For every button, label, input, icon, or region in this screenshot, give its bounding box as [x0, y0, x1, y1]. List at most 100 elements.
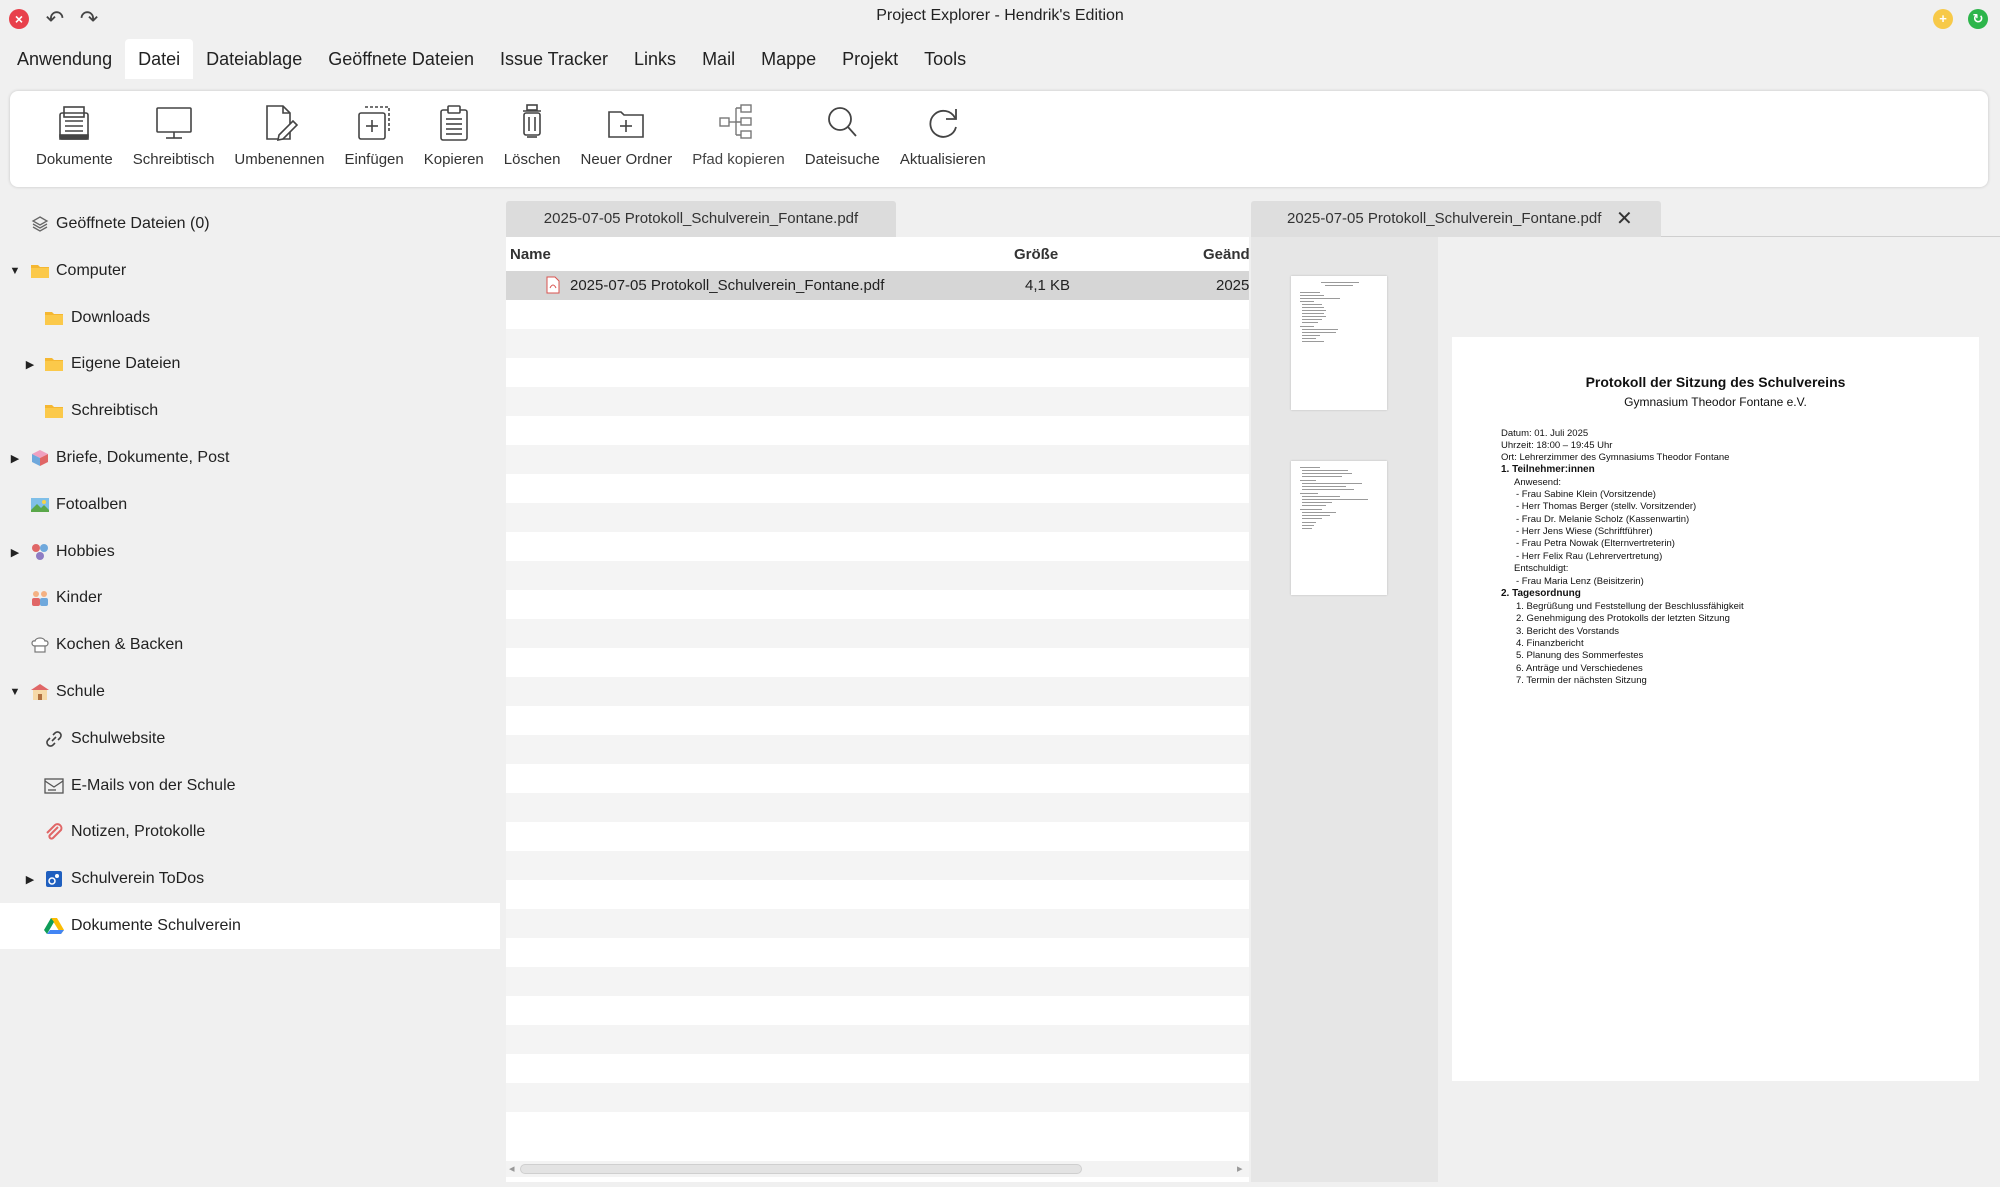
participant-line: - Frau Dr. Melanie Scholz (Kassenwartin): [1516, 514, 1690, 525]
participant-line: - Frau Petra Nowak (Elternvertreterin): [1516, 538, 1675, 549]
school-icon: [30, 682, 50, 702]
participant-line: - Herr Jens Wiese (Schriftführer): [1516, 526, 1653, 537]
new-folder-label: Neuer Ordner: [580, 151, 673, 168]
status-yellow-icon[interactable]: +: [1933, 9, 1953, 29]
excused-label: Entschuldigt:: [1514, 563, 1569, 574]
agenda-item: 7. Termin der nächsten Sitzung: [1516, 675, 1647, 686]
expand-toggle-icon[interactable]: ▶: [23, 358, 37, 371]
document-date: Datum: 01. Juli 2025: [1501, 428, 1589, 439]
page-thumbnail-1[interactable]: [1291, 276, 1387, 410]
sidebar-item-label: Eigene Dateien: [71, 355, 181, 372]
title-bar: × ↶ ↷ Project Explorer - Hendrik's Editi…: [0, 0, 2000, 36]
section-agenda-title: 2. Tagesordnung: [1501, 588, 1581, 599]
copy-icon: [439, 105, 468, 141]
sidebar-item-downloads[interactable]: Downloads: [0, 295, 500, 341]
folder-icon: [30, 261, 50, 281]
desktop-button[interactable]: Schreibtisch: [123, 101, 225, 177]
agenda-item: 5. Planung des Sommerfestes: [1516, 650, 1644, 661]
new-folder-button[interactable]: Neuer Ordner: [570, 101, 682, 177]
refresh-button[interactable]: Aktualisieren: [890, 101, 996, 177]
sidebar-item-schreibtisch[interactable]: Schreibtisch: [0, 388, 500, 434]
menu-geoeffnete-dateien[interactable]: Geöffnete Dateien: [315, 39, 487, 79]
menu-mappe[interactable]: Mappe: [748, 39, 829, 79]
documents-button[interactable]: Dokumente: [26, 101, 123, 177]
menu-bar: Anwendung Datei Dateiablage Geöffnete Da…: [0, 39, 979, 79]
copy-button[interactable]: Kopieren: [414, 101, 494, 177]
page-thumbnail-2[interactable]: [1291, 461, 1387, 595]
pdf-page[interactable]: Protokoll der Sitzung des Schulvereins G…: [1452, 337, 1979, 1081]
column-header-name[interactable]: Name: [510, 246, 551, 263]
sidebar-item-eigene-dateien[interactable]: ▶ Eigene Dateien: [0, 341, 500, 387]
horizontal-scrollbar[interactable]: ◂ ▸: [506, 1161, 1249, 1177]
table-row[interactable]: 2025-07-05 Protokoll_Schulverein_Fontane…: [506, 271, 1249, 300]
copy-path-icon: [719, 104, 753, 139]
sidebar-item-computer[interactable]: ▼ Computer: [0, 248, 500, 294]
page-thumbnails: [1251, 237, 1438, 1182]
expand-toggle-icon[interactable]: ▼: [8, 265, 22, 277]
tab-pdf-preview[interactable]: 2025-07-05 Protokoll_Schulverein_Fontane…: [1251, 201, 1661, 237]
column-header-modified[interactable]: Geänd: [1203, 246, 1249, 263]
sidebar-item-label: Computer: [56, 262, 127, 279]
sidebar-item-label: Fotoalben: [56, 496, 128, 513]
menu-dateiablage[interactable]: Dateiablage: [193, 39, 315, 79]
pdf-preview: Protokoll der Sitzung des Schulvereins G…: [1438, 237, 2000, 1182]
sidebar-item-open-files[interactable]: Geöffnete Dateien (0): [0, 201, 500, 247]
sidebar-item-kochen-backen[interactable]: Kochen & Backen: [0, 622, 500, 668]
column-header-size[interactable]: Größe: [1014, 246, 1058, 263]
sidebar-item-kinder[interactable]: Kinder: [0, 575, 500, 621]
agenda-item: 1. Begrüßung und Feststellung der Beschl…: [1516, 601, 1744, 612]
menu-anwendung[interactable]: Anwendung: [4, 39, 125, 79]
menu-datei[interactable]: Datei: [125, 39, 194, 79]
rename-button[interactable]: Umbenennen: [224, 101, 334, 177]
menu-tools[interactable]: Tools: [911, 39, 979, 79]
sidebar-item-schulverein-todos[interactable]: ▶ Schulverein ToDos: [0, 856, 500, 902]
paste-label: Einfügen: [344, 151, 404, 168]
menu-mail[interactable]: Mail: [689, 39, 748, 79]
file-list-header: Name Größe Geänd: [506, 237, 1249, 271]
menu-links[interactable]: Links: [621, 39, 689, 79]
menu-issue-tracker[interactable]: Issue Tracker: [487, 39, 621, 79]
participant-line: - Herr Felix Rau (Lehrervertretung): [1516, 551, 1663, 562]
expand-toggle-icon[interactable]: ▶: [8, 452, 22, 465]
close-tab-icon[interactable]: ✕: [1616, 201, 1633, 237]
scroll-right-icon[interactable]: ▸: [1237, 1161, 1243, 1177]
ribbon-toolbar: Dokumente Schreibtisch Umbenennen Einfüg…: [10, 91, 1988, 187]
sidebar-item-notizen[interactable]: Notizen, Protokolle: [0, 809, 500, 855]
pdf-icon: [546, 276, 560, 298]
search-icon: [828, 107, 857, 137]
sidebar-item-emails-schule[interactable]: E-Mails von der Schule: [0, 763, 500, 809]
new-folder-icon: [608, 111, 645, 138]
copy-path-button[interactable]: Pfad kopieren: [682, 101, 795, 177]
file-search-button[interactable]: Dateisuche: [795, 101, 890, 177]
expand-toggle-icon[interactable]: ▶: [8, 546, 22, 559]
expand-toggle-icon[interactable]: ▶: [23, 873, 37, 886]
scrollbar-thumb[interactable]: [520, 1164, 1082, 1174]
document-time: Uhrzeit: 18:00 – 19:45 Uhr: [1501, 440, 1613, 451]
sidebar-item-label: Kochen & Backen: [56, 636, 184, 653]
scroll-left-icon[interactable]: ◂: [509, 1161, 515, 1177]
sidebar-item-briefe[interactable]: ▶ Briefe, Dokumente, Post: [0, 435, 500, 481]
delete-button[interactable]: Löschen: [494, 101, 571, 177]
trash-icon: [523, 104, 542, 138]
agenda-item: 4. Finanzbericht: [1516, 638, 1584, 649]
monitor-icon: [155, 107, 192, 139]
section-participants-title: 1. Teilnehmer:innen: [1501, 464, 1595, 475]
tab-file-list[interactable]: 2025-07-05 Protokoll_Schulverein_Fontane…: [506, 201, 896, 237]
paste-button[interactable]: Einfügen: [335, 101, 414, 177]
menu-projekt[interactable]: Projekt: [829, 39, 911, 79]
sidebar-item-schule[interactable]: ▼ Schule: [0, 669, 500, 715]
participant-line: - Herr Thomas Berger (stellv. Vorsitzend…: [1516, 501, 1697, 512]
sidebar-item-dokumente-schulverein[interactable]: Dokumente Schulverein: [0, 903, 500, 949]
file-list-body: [506, 271, 1249, 1141]
sidebar-item-label: Briefe, Dokumente, Post: [56, 449, 230, 466]
rename-icon: [266, 105, 299, 142]
sidebar-item-hobbies[interactable]: ▶ Hobbies: [0, 529, 500, 575]
expand-toggle-icon[interactable]: ▼: [8, 686, 22, 698]
sidebar-item-label: E-Mails von der Schule: [71, 777, 236, 794]
sidebar-item-fotoalben[interactable]: Fotoalben: [0, 482, 500, 528]
mail-icon: [44, 776, 64, 796]
sync-green-icon[interactable]: ↻: [1968, 9, 1988, 29]
kids-icon: [30, 588, 50, 608]
sidebar-item-schulwebsite[interactable]: Schulwebsite: [0, 716, 500, 762]
participant-line: - Frau Sabine Klein (Vorsitzende): [1516, 489, 1656, 500]
